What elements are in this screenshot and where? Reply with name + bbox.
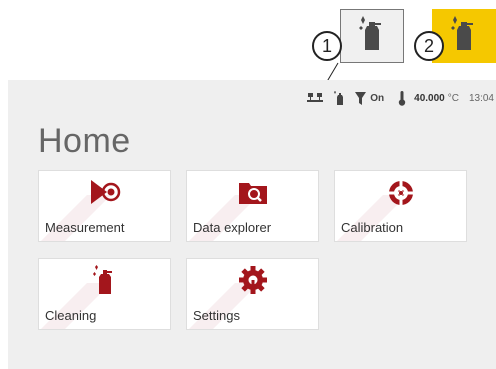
temperature-value: 40.000: [414, 92, 445, 104]
tile-label: Data explorer: [193, 220, 272, 235]
tile-data-explorer[interactable]: Data explorer: [186, 170, 319, 242]
cleaning-spray-icon: [39, 265, 170, 295]
tile-label: Measurement: [45, 220, 125, 235]
tile-label: Calibration: [341, 220, 404, 235]
tile-calibration[interactable]: Calibration: [334, 170, 467, 242]
filter-state: On: [370, 92, 385, 104]
tile-label: Cleaning: [45, 308, 97, 323]
tile-label: Settings: [193, 308, 240, 323]
gear-icon: [187, 265, 318, 295]
temperature-unit: °C: [447, 92, 459, 104]
funnel-icon: [355, 91, 367, 105]
tile-settings[interactable]: Settings: [186, 258, 319, 330]
cleaning-status-icon: [333, 91, 345, 105]
status-bar: On 40.000 °C 13:04: [8, 88, 496, 108]
clock-time: 13:04: [468, 92, 494, 104]
crosshair-icon: [335, 177, 466, 209]
tile-cleaning[interactable]: Cleaning: [38, 258, 171, 330]
callout-number-1: 1: [312, 31, 342, 61]
home-screen: On 40.000 °C 13:04 Home Measurement Data…: [8, 80, 496, 369]
measurement-icon: [39, 177, 170, 207]
tile-measurement[interactable]: Measurement: [38, 170, 171, 242]
page-title: Home: [38, 122, 131, 160]
folder-search-icon: [187, 177, 318, 207]
callout-number-2: 2: [414, 31, 444, 61]
network-icon: [307, 92, 324, 104]
thermometer-icon: [398, 90, 406, 106]
